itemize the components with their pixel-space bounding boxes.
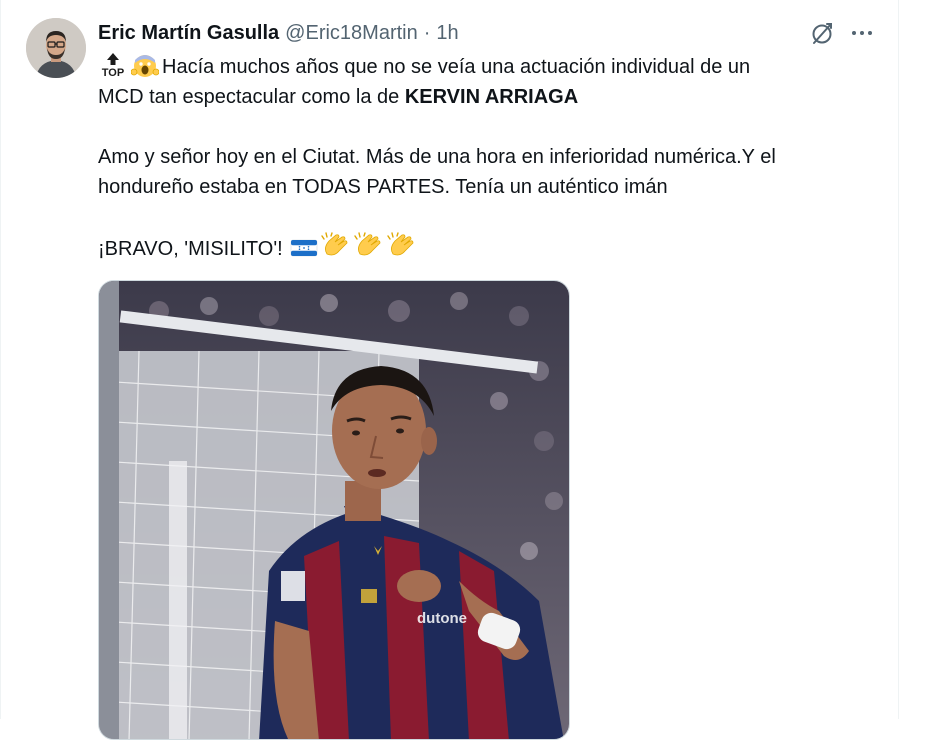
tweet-text-line-5-text: ¡BRAVO, 'MISILITO'! xyxy=(98,238,283,260)
tweet-text-line-3: Amo y señor hoy en el Ciutat. Más de una… xyxy=(98,146,776,168)
tweet-media-video[interactable]: dutone xyxy=(98,280,570,740)
more-options-icon[interactable] xyxy=(848,19,876,47)
honduras-flag-icon xyxy=(290,239,318,257)
top-badge-text: TOP xyxy=(102,67,124,78)
clapping-hands-icon xyxy=(387,232,414,256)
tweet-text-line-2: MCD tan espectacular como la de KERVIN A… xyxy=(98,82,888,112)
player-name-bold: KERVIN ARRIAGA xyxy=(404,86,579,108)
clapping-hands-icon xyxy=(321,232,348,256)
tweet-text: TOP Hacía muchos años que no se veía una… xyxy=(98,52,888,262)
timestamp[interactable]: 1h xyxy=(436,22,458,45)
author-name[interactable]: Eric Martín Gasulla xyxy=(98,22,279,45)
screaming-face-icon xyxy=(131,55,159,77)
tweet-text-line-5: ¡BRAVO, 'MISILITO'! xyxy=(98,232,888,262)
grok-icon[interactable] xyxy=(808,19,836,47)
tweet-header: Eric Martín Gasulla @Eric18Martin · 1h xyxy=(98,20,459,46)
avatar[interactable] xyxy=(26,18,86,78)
separator-dot: · xyxy=(423,21,431,44)
tweet-text-line-2-text: MCD tan espectacular como la de xyxy=(98,86,405,108)
avatar-image xyxy=(26,18,86,78)
timeline-border-left xyxy=(0,0,1,719)
tweet-text-line-1: TOP Hacía muchos años que no se veía una… xyxy=(98,52,888,82)
timeline-border-right xyxy=(898,0,899,719)
jersey-sponsor-text: dutone xyxy=(417,610,467,627)
clapping-hands-icon xyxy=(354,232,381,256)
tweet-text-line-1-text: Hacía muchos años que no se veía una act… xyxy=(162,56,751,78)
author-handle[interactable]: @Eric18Martin xyxy=(285,22,418,45)
top-arrow-icon: TOP xyxy=(102,53,124,78)
player-photo: dutone xyxy=(99,281,569,739)
tweet-text-line-4: hondureño estaba en TODAS PARTES. Tenía … xyxy=(98,176,668,198)
